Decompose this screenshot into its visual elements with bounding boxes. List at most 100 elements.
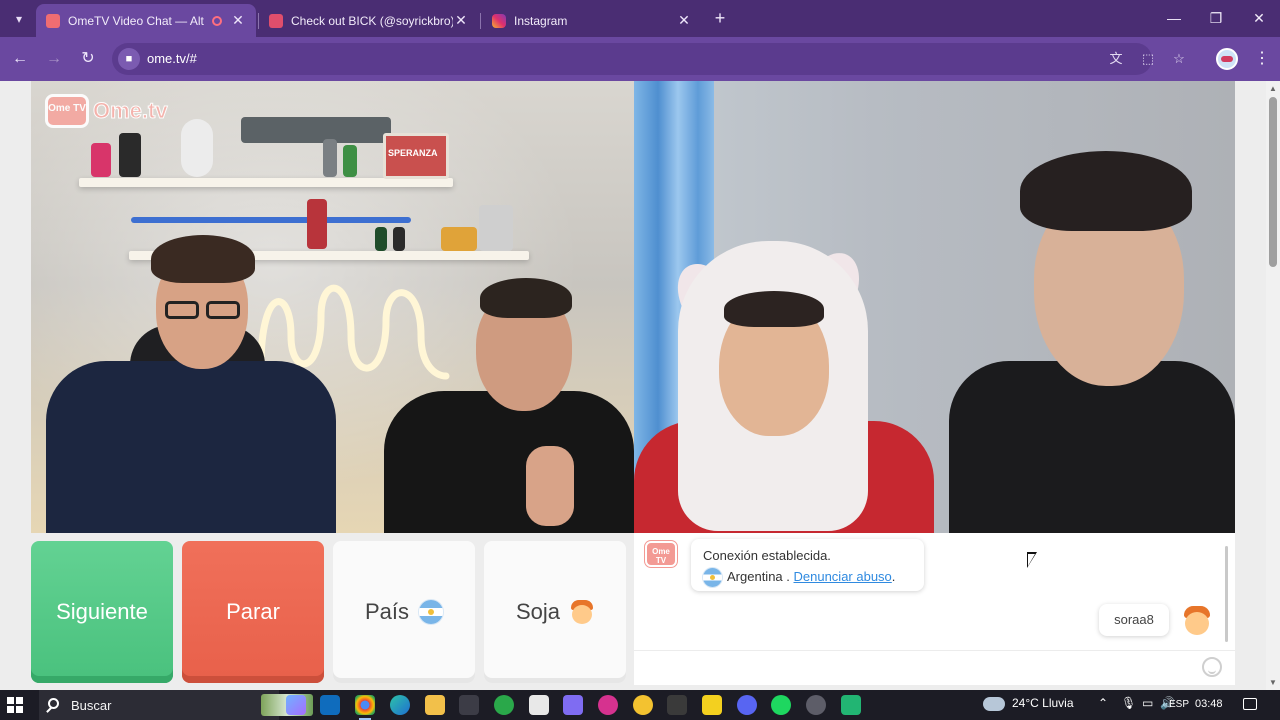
tab-ometv[interactable]: OmeTV Video Chat — Alter ✕: [36, 4, 256, 37]
argentina-flag-icon: [419, 600, 444, 624]
restore-window-button[interactable]: ❐: [1198, 6, 1234, 30]
search-placeholder: Buscar: [71, 698, 112, 713]
next-button[interactable]: Siguiente: [31, 541, 173, 683]
recording-indicator-icon: [212, 15, 222, 26]
discord-icon[interactable]: [737, 695, 757, 715]
notepad-icon[interactable]: [529, 695, 549, 715]
shirt: [384, 391, 634, 533]
browser-menu-icon[interactable]: ⋮: [1254, 48, 1270, 70]
emoji-smile-icon[interactable]: [1202, 657, 1222, 677]
address-bar[interactable]: ■ ome.tv/# 文 ⬚ ☆: [112, 43, 1185, 75]
translate-icon[interactable]: 文: [1107, 51, 1125, 67]
local-video: SPERANZA: [31, 81, 634, 533]
country-filter-button[interactable]: País: [333, 541, 475, 683]
tray-chevron-up-icon[interactable]: ⌃: [1098, 696, 1108, 710]
reload-button[interactable]: ↻: [77, 48, 99, 70]
gender-filter-button[interactable]: Soja: [484, 541, 626, 683]
camera-in-use-icon[interactable]: ■: [118, 48, 140, 70]
network-icon[interactable]: ▭: [1142, 696, 1153, 710]
system-message: Conexión establecida. Argentina . Denunc…: [691, 539, 924, 591]
tab-bick[interactable]: Check out BICK (@soyrickbro) o ✕: [259, 4, 479, 37]
copilot-icon[interactable]: [286, 695, 306, 715]
logo-badge: Ome TV: [45, 94, 89, 128]
minimize-window-button[interactable]: —: [1156, 6, 1192, 30]
tab-title: Check out BICK (@soyrickbro) o: [291, 13, 453, 28]
next-button-label: Siguiente: [56, 599, 148, 624]
url-text: ome.tv/#: [147, 51, 197, 66]
weather-rain-icon[interactable]: [983, 697, 1005, 711]
forward-button[interactable]: →: [43, 48, 65, 70]
media-app-icon[interactable]: [598, 695, 618, 715]
bookmark-star-icon[interactable]: ☆: [1170, 51, 1188, 67]
mouse-cursor-icon: [1027, 552, 1037, 568]
tab-strip: ▾ OmeTV Video Chat — Alter ✕ Check out B…: [0, 0, 1280, 37]
hair: [151, 235, 255, 283]
whatsapp-icon[interactable]: [494, 695, 514, 715]
partner-video: [634, 81, 1235, 533]
speranza-sign: SPERANZA: [383, 133, 449, 179]
report-abuse-link[interactable]: Denunciar abuso: [794, 569, 892, 584]
glasses: [165, 301, 199, 319]
tab-instagram[interactable]: Instagram ✕: [482, 4, 702, 37]
boy-face-icon: [570, 600, 594, 624]
chat-app-icon[interactable]: [633, 695, 653, 715]
back-button[interactable]: ←: [9, 48, 31, 70]
toy-box: [479, 205, 513, 251]
windows-start-icon[interactable]: [7, 697, 23, 713]
tab-divider: [480, 13, 481, 29]
input-language[interactable]: ESP: [1169, 699, 1189, 710]
profile-avatar[interactable]: [1216, 48, 1238, 70]
person-center: [376, 276, 634, 533]
hand: [526, 446, 574, 526]
new-tab-button[interactable]: +: [710, 8, 730, 28]
close-tab-icon[interactable]: ✕: [676, 12, 692, 29]
settings-gear-icon[interactable]: [806, 695, 826, 715]
install-app-icon[interactable]: ⬚: [1139, 51, 1157, 67]
partner-country: Argentina: [727, 569, 783, 584]
partner-avatar-icon: [1183, 606, 1211, 636]
partner-name: soraa8: [1099, 604, 1169, 636]
weather-text[interactable]: 24°C Lluvia: [1012, 696, 1074, 710]
page-scrollbar[interactable]: ▲ ▼: [1266, 81, 1280, 690]
scroll-down-arrow-icon[interactable]: ▼: [1269, 679, 1277, 687]
ometv-logo[interactable]: Ome TV Ome.tv: [45, 90, 175, 130]
toy-figure: [393, 227, 405, 251]
stop-button-label: Parar: [226, 599, 280, 624]
stop-button[interactable]: Parar: [182, 541, 324, 683]
android-app-icon[interactable]: [841, 695, 861, 715]
shirt: [46, 361, 336, 533]
editor-app-icon[interactable]: [667, 695, 687, 715]
black-hoodie: [949, 361, 1235, 533]
separator: .: [782, 569, 794, 584]
notes-app-icon[interactable]: [702, 695, 722, 715]
spotify-icon[interactable]: [771, 695, 791, 715]
file-explorer-icon[interactable]: [425, 695, 445, 715]
tab-search-chevron-icon[interactable]: ▾: [8, 8, 30, 30]
clock-time[interactable]: 03:48: [1195, 698, 1223, 710]
chat-input[interactable]: [646, 656, 1186, 680]
chrome-icon[interactable]: [355, 695, 375, 720]
edge-icon[interactable]: [390, 695, 410, 715]
close-window-button[interactable]: ✕: [1241, 6, 1277, 30]
store-icon[interactable]: [459, 695, 479, 715]
scroll-up-arrow-icon[interactable]: ▲: [1269, 85, 1277, 93]
gamepad-icon[interactable]: [563, 695, 583, 715]
toy-figure: [375, 227, 387, 251]
chat-scrollbar[interactable]: [1225, 546, 1228, 642]
search-icon: [48, 698, 59, 709]
taskbar-search[interactable]: Buscar: [39, 690, 313, 720]
ometv-favicon-icon: [46, 13, 60, 28]
scroll-thumb[interactable]: [1269, 97, 1277, 267]
microphone-icon[interactable]: 🎙: [1121, 696, 1136, 710]
instagram-favicon-icon: [492, 13, 506, 28]
toy-figure: [343, 145, 357, 177]
notification-center-icon[interactable]: [1243, 698, 1257, 710]
chat-divider: [634, 650, 1235, 651]
close-tab-icon[interactable]: ✕: [453, 12, 469, 29]
close-tab-icon[interactable]: ✕: [230, 12, 246, 29]
logo-text: Ome.tv: [93, 98, 169, 124]
windows-taskbar: Buscar 24°C Lluvia ⌃ 🎙 ▭ 🔊 ESP 03:48: [0, 690, 1280, 720]
glasses: [206, 301, 240, 319]
ometv-chat-logo-icon: Ome TV: [645, 541, 677, 567]
outlook-icon[interactable]: [320, 695, 340, 715]
